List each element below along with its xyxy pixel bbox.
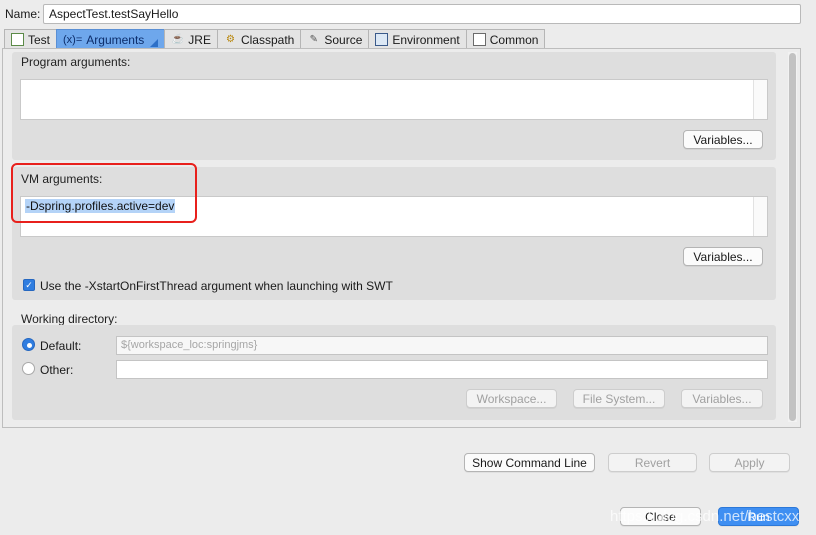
workspace-button[interactable]: Workspace... xyxy=(466,389,557,408)
tab-label: Common xyxy=(489,32,539,47)
tab-arguments[interactable]: (x)= Arguments xyxy=(56,29,166,49)
other-directory-field[interactable] xyxy=(116,360,768,379)
highlight-annotation xyxy=(11,163,197,223)
common-icon xyxy=(472,33,486,46)
file-system-button[interactable]: File System... xyxy=(573,389,665,408)
tab-corner-icon xyxy=(150,39,159,47)
tab-jre[interactable]: ☕ JRE xyxy=(164,29,218,49)
show-command-line-button[interactable]: Show Command Line xyxy=(464,453,595,472)
tab-common[interactable]: Common xyxy=(465,29,546,49)
panel-scrollbar[interactable] xyxy=(788,52,797,422)
xstart-checkbox[interactable]: ✓ xyxy=(23,279,35,291)
other-radio[interactable] xyxy=(22,362,35,375)
tab-label: Environment xyxy=(392,32,460,47)
environment-icon xyxy=(375,33,389,46)
revert-button[interactable]: Revert xyxy=(608,453,697,472)
tab-label: Classpath xyxy=(240,32,295,47)
working-directory-variables-button[interactable]: Variables... xyxy=(681,389,763,408)
other-radio-label: Other: xyxy=(40,363,74,377)
junit-doc-icon xyxy=(11,33,24,46)
program-arguments-textarea[interactable] xyxy=(20,79,768,120)
tab-classpath[interactable]: ⚙ Classpath xyxy=(216,29,302,49)
tab-environment[interactable]: Environment xyxy=(368,29,467,49)
working-directory-label: Working directory: xyxy=(21,312,118,326)
program-arguments-scrollbar[interactable] xyxy=(753,80,767,119)
vm-arguments-scrollbar[interactable] xyxy=(753,197,767,236)
tab-label: Test xyxy=(28,32,51,47)
default-radio[interactable] xyxy=(22,338,35,351)
arguments-icon: (x)= xyxy=(63,33,83,46)
tab-label: JRE xyxy=(188,32,211,47)
tab-bar: Test (x)= Arguments ☕ JRE ⚙ Classpath ✎ … xyxy=(4,29,546,49)
default-directory-field: ${workspace_loc:springjms} xyxy=(116,336,768,355)
watermark: https://blog.csdn.net/bestcxx xyxy=(610,508,800,525)
apply-button[interactable]: Apply xyxy=(709,453,790,472)
tab-source[interactable]: ✎ Source xyxy=(300,29,370,49)
name-label: Name: xyxy=(5,7,41,21)
vm-arguments-variables-button[interactable]: Variables... xyxy=(683,247,763,266)
tab-label: Source xyxy=(324,32,363,47)
source-icon: ✎ xyxy=(309,34,319,45)
tab-test[interactable]: Test xyxy=(4,29,58,49)
xstart-checkbox-label: Use the -XstartOnFirstThread argument wh… xyxy=(40,279,393,293)
default-radio-label: Default: xyxy=(40,339,82,353)
tab-label: Arguments xyxy=(86,32,145,47)
classpath-icon: ⚙ xyxy=(225,34,235,45)
jre-icon: ☕ xyxy=(171,34,185,45)
name-input[interactable]: AspectTest.testSayHello xyxy=(43,4,801,24)
program-arguments-label: Program arguments: xyxy=(21,55,131,69)
program-arguments-variables-button[interactable]: Variables... xyxy=(683,130,763,149)
scrollbar-thumb[interactable] xyxy=(789,53,796,421)
